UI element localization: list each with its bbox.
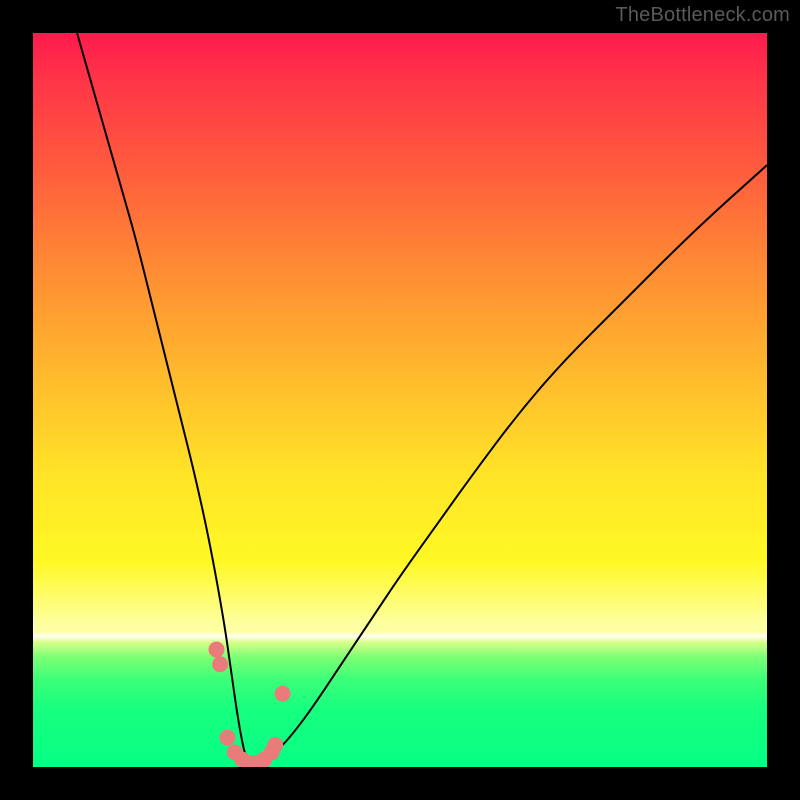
highlight-dot [209,642,225,658]
bottleneck-curve [77,33,767,767]
curve-layer [33,33,767,767]
highlight-dot [220,730,236,746]
watermark-text: TheBottleneck.com [615,4,790,27]
chart-frame: TheBottleneck.com [0,0,800,800]
highlight-dot [212,656,228,672]
plot-area [33,33,767,767]
highlight-dot [275,686,291,702]
highlight-dot [267,737,283,753]
